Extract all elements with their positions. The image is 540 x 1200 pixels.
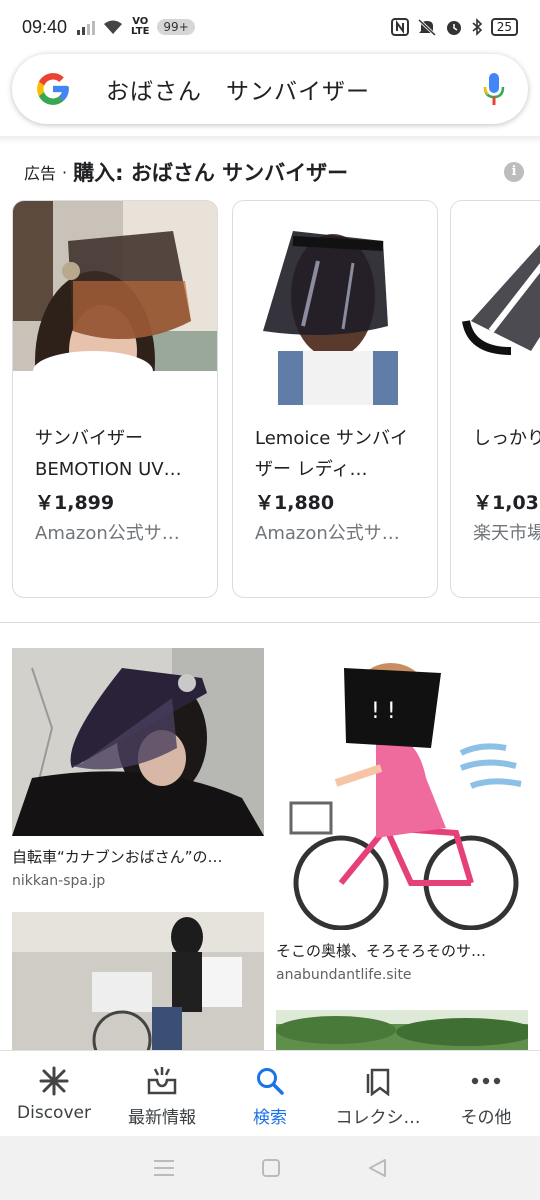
product-card[interactable]: しっかりトサン… ￥1,038 楽天市場 bbox=[450, 200, 540, 598]
ads-title: 購入: おばさん サンバイザー bbox=[73, 161, 349, 185]
search-icon bbox=[253, 1065, 287, 1097]
product-card[interactable]: サンバイザー BEMOTION UV… ￥1,899 Amazon公式サ… bbox=[12, 200, 218, 598]
product-image[interactable] bbox=[451, 201, 540, 405]
system-navigation-bar bbox=[0, 1136, 540, 1200]
search-divider bbox=[0, 136, 540, 144]
inbox-icon bbox=[145, 1065, 179, 1097]
battery-level: 25 bbox=[490, 18, 518, 36]
result-caption[interactable]: そこの奥様、そろそろそのサ… bbox=[276, 940, 528, 961]
home-icon[interactable] bbox=[261, 1158, 281, 1178]
search-query[interactable]: おばさん サンバイザー bbox=[106, 72, 482, 106]
result-site: anabundantlife.site bbox=[276, 967, 412, 983]
status-time: 09:40 bbox=[22, 16, 68, 37]
product-card[interactable]: Lemoice サンバイザー レディ… ￥1,880 Amazon公式サ… bbox=[232, 200, 438, 598]
nfc-icon bbox=[390, 18, 409, 36]
nav-updates[interactable]: 最新情報 bbox=[108, 1051, 216, 1136]
image-result[interactable] bbox=[12, 912, 264, 1050]
signal-icon bbox=[77, 19, 96, 35]
image-result[interactable] bbox=[276, 1010, 528, 1050]
product-price: ￥1,899 bbox=[35, 492, 115, 514]
product-name[interactable]: Lemoice サンバイザー レディ… bbox=[255, 423, 425, 485]
nav-discover[interactable]: Discover bbox=[0, 1051, 108, 1136]
volte-icon: VO LTE bbox=[131, 16, 150, 37]
info-icon[interactable]: i bbox=[504, 162, 524, 182]
product-name[interactable]: しっかりトサン… bbox=[473, 423, 540, 485]
bottom-navigation: Discover 最新情報 検索 コレクシ… その他 bbox=[0, 1050, 540, 1136]
notification-count-badge: 99+ bbox=[157, 19, 195, 35]
nav-more[interactable]: その他 bbox=[432, 1051, 540, 1136]
section-divider bbox=[0, 622, 540, 623]
wifi-icon bbox=[104, 20, 123, 34]
back-icon[interactable] bbox=[367, 1158, 387, 1178]
bookmark-icon bbox=[361, 1065, 395, 1097]
alarm-icon bbox=[446, 21, 461, 35]
bluetooth-icon bbox=[472, 18, 482, 36]
ad-label: 広告 bbox=[24, 164, 57, 183]
svg-text:! !: ! ! bbox=[371, 699, 396, 724]
result-image[interactable] bbox=[12, 648, 264, 836]
product-image[interactable] bbox=[233, 201, 437, 405]
microphone-icon[interactable] bbox=[482, 72, 506, 106]
product-name[interactable]: サンバイザー BEMOTION UV… bbox=[35, 423, 205, 485]
nav-collections[interactable]: コレクシ… bbox=[324, 1051, 432, 1136]
nav-more-label: その他 bbox=[460, 1108, 512, 1128]
mute-icon bbox=[417, 18, 436, 36]
separator-dot: · bbox=[62, 162, 68, 182]
result-caption[interactable]: 自転車“カナブンおばさん”の… bbox=[12, 846, 264, 867]
product-shop: Amazon公式サ… bbox=[255, 523, 400, 544]
shopping-ads-header: 広告 · 購入: おばさん サンバイザー i bbox=[24, 156, 524, 188]
shopping-carousel[interactable]: サンバイザー BEMOTION UV… ￥1,899 Amazon公式サ… Le… bbox=[12, 200, 540, 600]
nav-search-label: 検索 bbox=[253, 1108, 287, 1128]
result-image[interactable] bbox=[12, 912, 264, 1050]
result-image[interactable]: ! ! bbox=[276, 648, 528, 930]
nav-discover-label: Discover bbox=[17, 1103, 91, 1123]
search-bar[interactable]: おばさん サンバイザー bbox=[12, 54, 528, 124]
product-price: ￥1,880 bbox=[255, 492, 335, 514]
status-bar: 09:40 VO LTE 99+ 25 bbox=[0, 0, 540, 54]
product-shop: 楽天市場 bbox=[473, 523, 540, 544]
result-site: nikkan-spa.jp bbox=[12, 873, 106, 889]
product-image[interactable] bbox=[13, 201, 217, 405]
google-logo-icon[interactable] bbox=[34, 70, 72, 108]
product-price: ￥1,038 bbox=[473, 492, 540, 514]
nav-updates-label: 最新情報 bbox=[128, 1108, 196, 1128]
asterisk-icon bbox=[37, 1065, 71, 1097]
image-result[interactable]: ! ! そこの奥様、そろそろそのサ… anabundantlife.site bbox=[276, 648, 528, 983]
more-icon bbox=[469, 1065, 503, 1097]
result-image[interactable] bbox=[276, 1010, 528, 1050]
image-result[interactable]: 自転車“カナブンおばさん”の… nikkan-spa.jp bbox=[12, 648, 264, 889]
menu-icon[interactable] bbox=[153, 1159, 175, 1177]
nav-search[interactable]: 検索 bbox=[216, 1051, 324, 1136]
nav-collections-label: コレクシ… bbox=[335, 1108, 421, 1128]
product-shop: Amazon公式サ… bbox=[35, 523, 180, 544]
